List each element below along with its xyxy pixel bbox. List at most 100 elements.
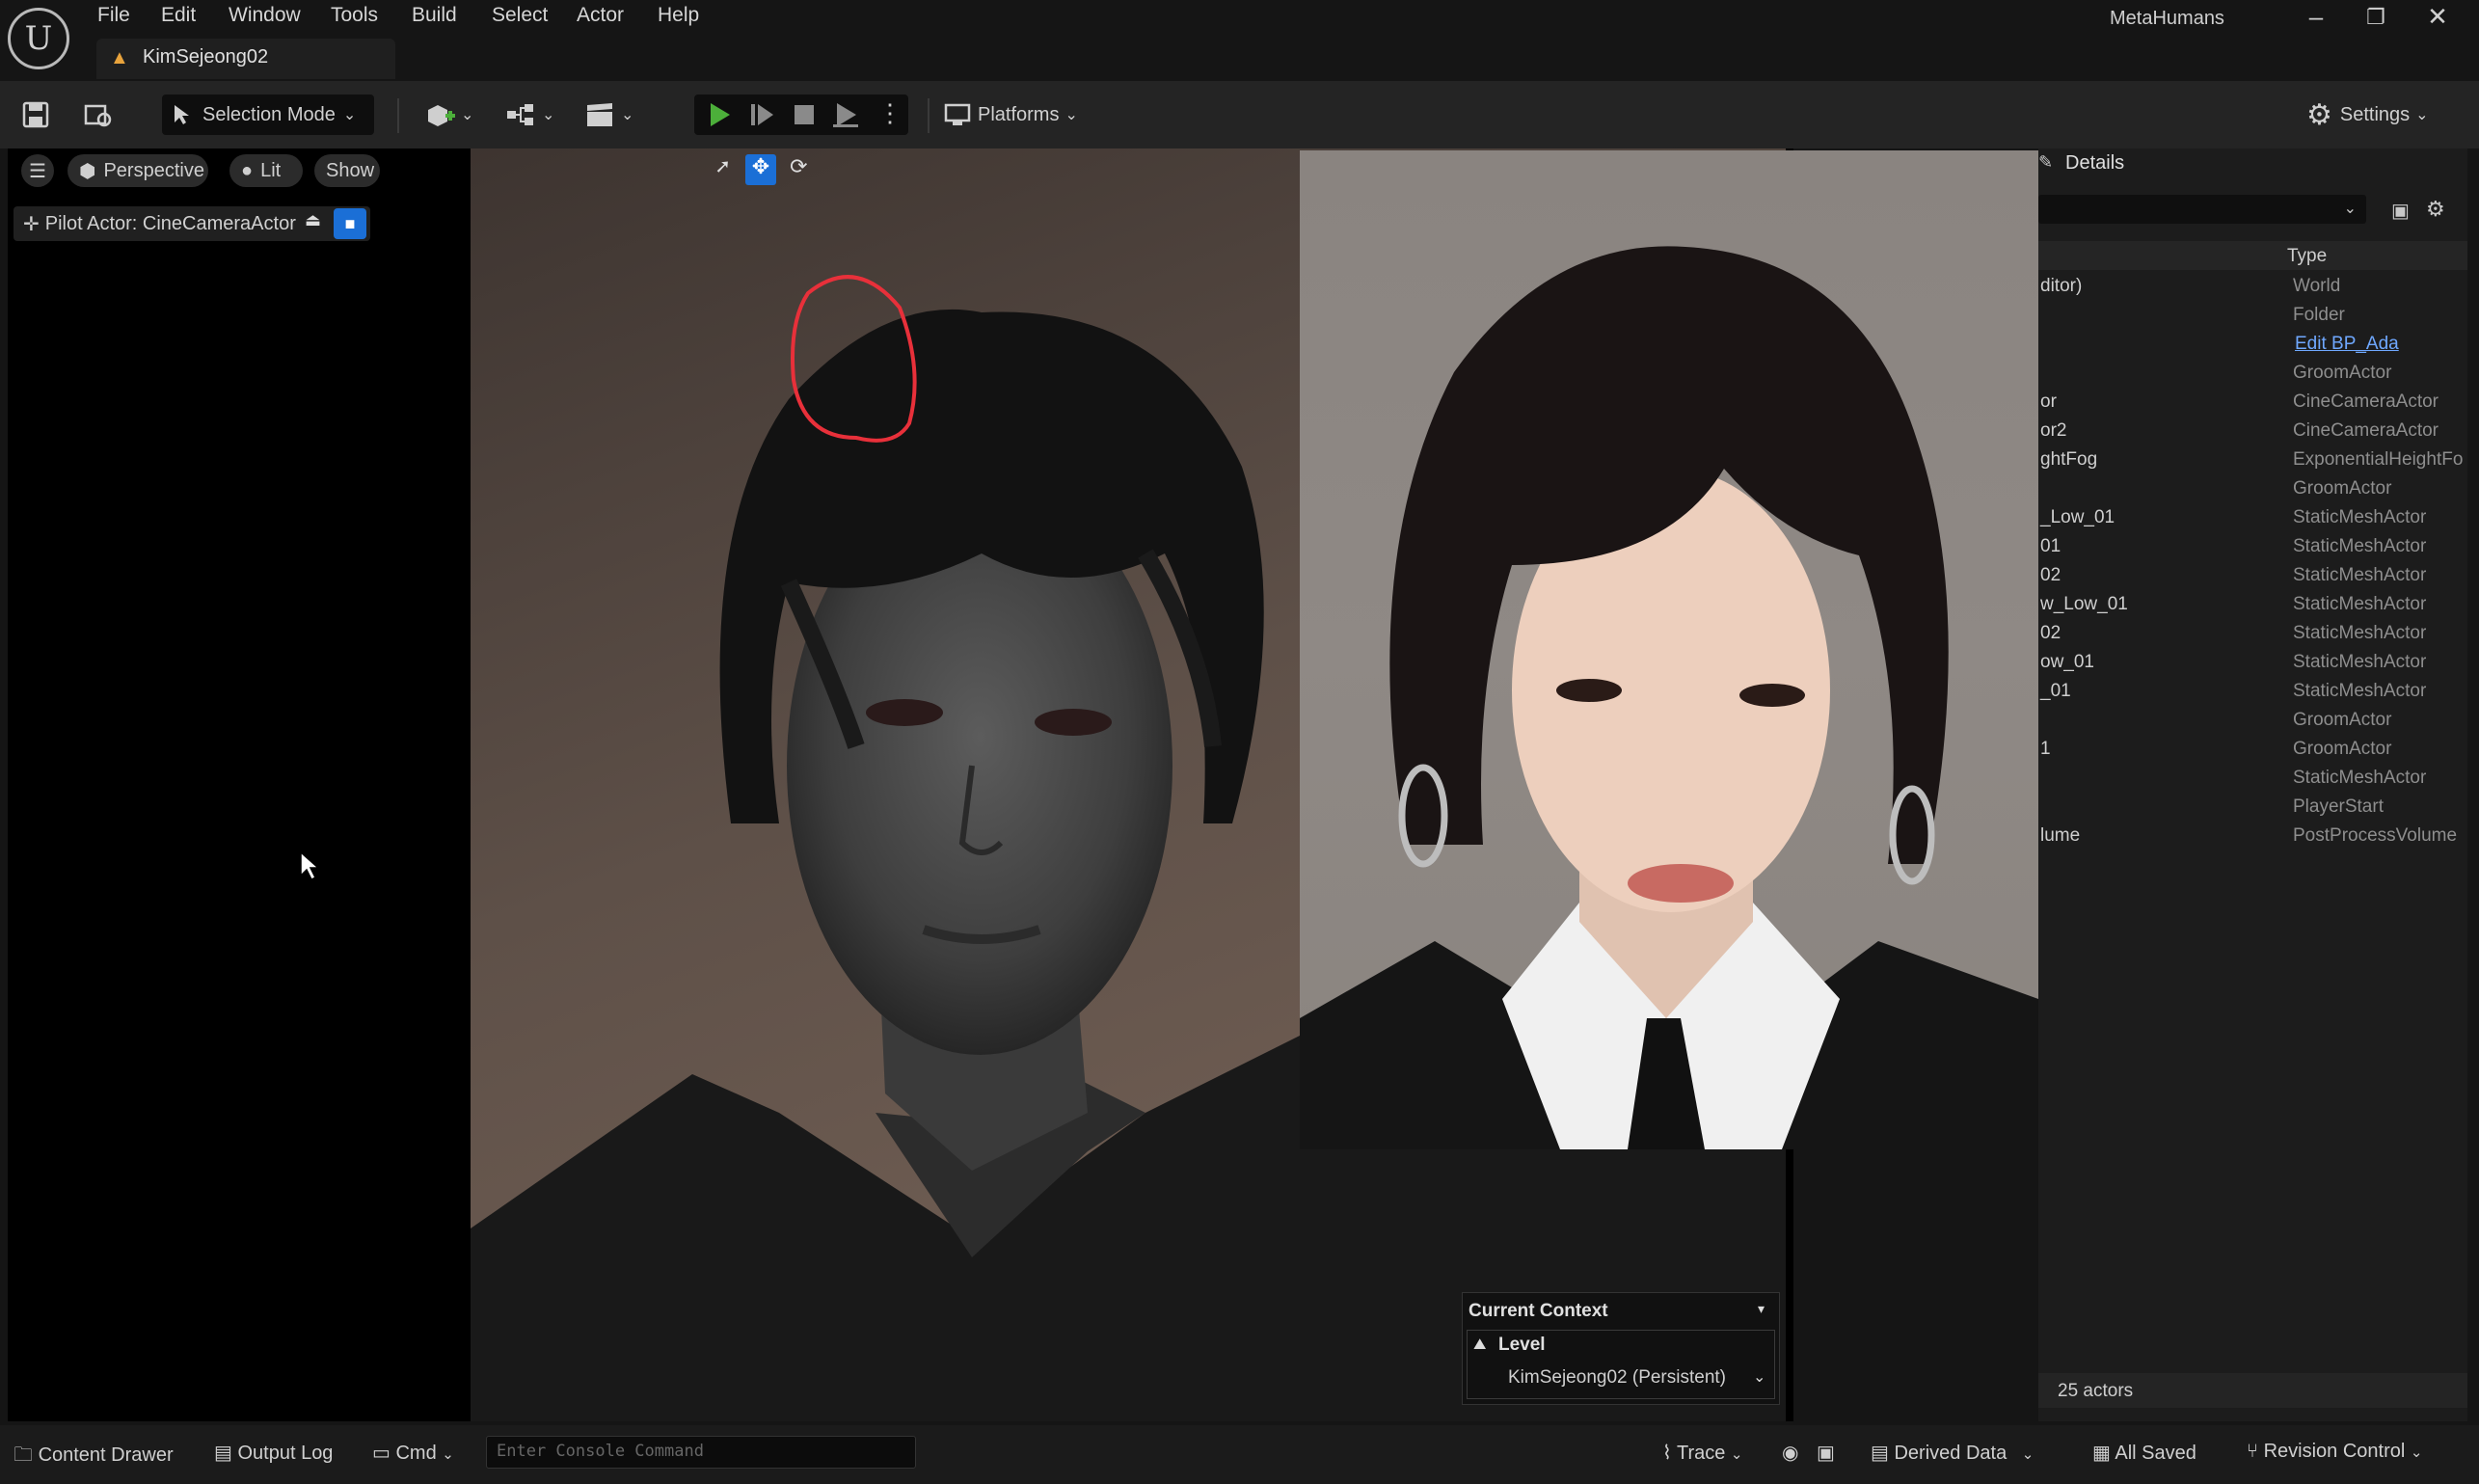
context-collapse-icon[interactable]: ▾ — [1758, 1301, 1765, 1317]
content-drawer-button[interactable]: 🗀 Content Drawer — [13, 1441, 174, 1473]
outliner-row[interactable]: 02 StaticMeshActor — [2038, 623, 2467, 652]
more-options-icon[interactable]: ⋮ — [877, 98, 903, 128]
move-tool-icon[interactable]: ✥ — [745, 154, 776, 185]
blueprints-button[interactable]: ⌄ — [505, 94, 554, 135]
outliner-search-input[interactable]: ⌄ — [2038, 195, 2366, 224]
menu-help[interactable]: Help — [658, 4, 699, 27]
add-folder-icon[interactable]: ▣ — [2391, 199, 2410, 223]
revision-control-label: Revision Control — [2263, 1441, 2406, 1462]
eject-pilot-icon[interactable]: ⏏ — [305, 210, 328, 237]
screenshot-icon[interactable]: ▣ — [1817, 1441, 1835, 1465]
show-button[interactable]: Show — [314, 154, 380, 187]
title-bar: U File Edit Window Tools Build Select Ac… — [0, 0, 2479, 81]
unreal-logo-icon[interactable]: U — [8, 8, 69, 69]
restore-icon[interactable]: ❐ — [2357, 5, 2395, 30]
play-icon[interactable] — [706, 101, 733, 128]
outliner-row[interactable]: StaticMeshActor — [2038, 768, 2467, 796]
outliner-row[interactable]: _01 StaticMeshActor — [2038, 681, 2467, 710]
add-actor-button[interactable]: ⌄ — [424, 94, 473, 135]
select-tool-icon[interactable]: ➚ — [708, 154, 738, 185]
outliner-row[interactable]: ghtFog ExponentialHeightFo — [2038, 449, 2467, 478]
content-drawer-icon: 🗀 — [13, 1444, 33, 1466]
record-icon[interactable]: ◉ — [1782, 1441, 1798, 1465]
outliner-row[interactable]: GroomActor — [2038, 478, 2467, 507]
outliner-row-name: lume — [2040, 825, 2081, 846]
level-label: Level — [1498, 1335, 1546, 1355]
viewport-menu-icon[interactable]: ☰ — [21, 154, 54, 187]
warning-icon: ▲ — [110, 47, 129, 68]
outliner-row[interactable]: 1 GroomActor — [2038, 739, 2467, 768]
outliner-row[interactable]: GroomActor — [2038, 710, 2467, 739]
chevron-down-icon: ⌄ — [2410, 1444, 2423, 1461]
selection-mode-dropdown[interactable]: Selection Mode ⌄ — [162, 94, 374, 135]
outliner-row-name: _01 — [2040, 681, 2071, 701]
menu-actor[interactable]: Actor — [577, 4, 624, 27]
outliner-row[interactable]: ditor) World — [2038, 276, 2467, 305]
cinematics-button[interactable]: ⌄ — [584, 94, 633, 135]
menu-edit[interactable]: Edit — [161, 4, 196, 27]
advance-frame-icon[interactable] — [748, 101, 775, 128]
outliner-row-type-link[interactable]: Edit BP_Ada — [2295, 334, 2399, 355]
outliner-row[interactable]: ow_01 StaticMeshActor — [2038, 652, 2467, 681]
console-command-input[interactable]: Enter Console Command — [486, 1436, 916, 1469]
outliner-row[interactable]: Folder — [2038, 305, 2467, 334]
rotate-tool-icon[interactable]: ⟳ — [784, 154, 814, 185]
chevron-down-icon: ⌄ — [1753, 1369, 1766, 1386]
settings-gear-icon[interactable]: ⚙ — [2426, 197, 2445, 222]
actor-count: 25 actors — [2058, 1381, 2134, 1401]
level-tab[interactable]: ▲ KimSejeong02 — [96, 39, 395, 79]
all-saved-button[interactable]: ▦ All Saved — [2092, 1441, 2196, 1465]
outliner-row[interactable]: 02 StaticMeshActor — [2038, 565, 2467, 594]
outliner-row[interactable]: lume PostProcessVolume — [2038, 825, 2467, 854]
blueprint-icon — [507, 104, 533, 125]
lit-button[interactable]: ● Lit — [229, 154, 303, 187]
cmd-dropdown[interactable]: ▭ Cmd ⌄ — [372, 1441, 454, 1465]
details-tab[interactable]: ✎ Details — [2038, 148, 2467, 177]
saved-icon: ▦ — [2092, 1443, 2111, 1464]
settings-label: Settings — [2339, 103, 2411, 125]
outliner-row[interactable]: 01 StaticMeshActor — [2038, 536, 2467, 565]
trace-icon: ⌇ — [1662, 1443, 1672, 1464]
level-selector[interactable]: ⛰ Level KimSejeong02 (Persistent) ⌄ — [1467, 1330, 1775, 1399]
browse-content-icon[interactable] — [83, 94, 116, 135]
chevron-down-icon: ⌄ — [2415, 107, 2429, 123]
settings-button[interactable]: ⚙ Settings ⌄ — [2306, 94, 2429, 135]
save-icon[interactable] — [21, 94, 54, 135]
outliner-row[interactable]: PlayerStart — [2038, 796, 2467, 825]
perspective-button[interactable]: ⬢ Perspective — [67, 154, 208, 187]
menu-tools[interactable]: Tools — [331, 4, 378, 27]
outliner-row-type: StaticMeshActor — [2293, 652, 2427, 672]
menu-build[interactable]: Build — [412, 4, 457, 27]
outliner-row-name: 01 — [2040, 536, 2061, 556]
camera-lock-icon[interactable]: ■ — [334, 208, 366, 239]
outliner-row-type: GroomActor — [2293, 478, 2392, 499]
outliner-row-type: StaticMeshActor — [2293, 681, 2427, 701]
outliner-row-name: ow_01 — [2040, 652, 2094, 672]
outliner-row-name: ghtFog — [2040, 449, 2098, 470]
output-log-button[interactable]: ▤ Output Log — [214, 1441, 333, 1465]
stop-icon[interactable] — [791, 101, 818, 128]
content-drawer-label: Content Drawer — [38, 1444, 174, 1466]
menu-file[interactable]: File — [97, 4, 130, 27]
menu-window[interactable]: Window — [229, 4, 301, 27]
outliner-row[interactable]: GroomActor — [2038, 363, 2467, 391]
terminal-icon: ▭ — [372, 1443, 391, 1464]
outliner-row-type: StaticMeshActor — [2293, 768, 2427, 788]
type-column-header[interactable]: Type — [2287, 246, 2327, 267]
minimize-icon[interactable]: – — [2297, 2, 2335, 32]
revision-control-dropdown[interactable]: ⑂ Revision Control ⌄ — [2247, 1441, 2422, 1463]
derived-data-dropdown[interactable]: ▤ Derived Data ⌄ — [1871, 1441, 2034, 1465]
outliner-row[interactable]: or2 CineCameraActor — [2038, 420, 2467, 449]
menu-select[interactable]: Select — [492, 4, 548, 27]
outliner-row-name: _Low_01 — [2040, 507, 2115, 527]
outliner-row[interactable]: _Low_01 StaticMeshActor — [2038, 507, 2467, 536]
chevron-down-icon: ⌄ — [342, 107, 357, 123]
platforms-button[interactable]: Platforms ⌄ — [943, 94, 1078, 135]
close-icon[interactable]: ✕ — [2418, 2, 2457, 32]
outliner-row[interactable]: Edit BP_Ada — [2038, 334, 2467, 363]
chevron-down-icon: ⌄ — [442, 1446, 454, 1463]
trace-dropdown[interactable]: ⌇ Trace ⌄ — [1662, 1441, 1743, 1465]
outliner-row[interactable]: or CineCameraActor — [2038, 391, 2467, 420]
eject-icon[interactable] — [831, 101, 860, 128]
outliner-row[interactable]: w_Low_01 StaticMeshActor — [2038, 594, 2467, 623]
